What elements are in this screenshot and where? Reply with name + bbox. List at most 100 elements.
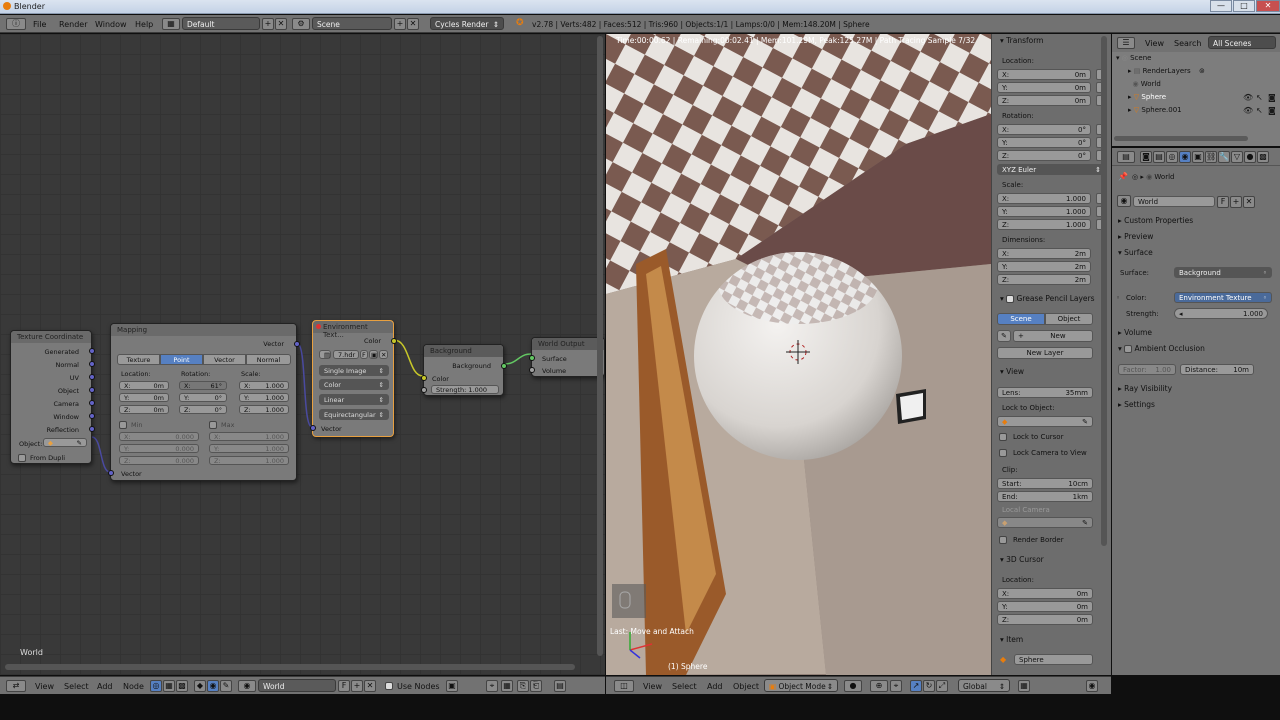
grease-pencil-header[interactable]: ▾ Grease Pencil Layers bbox=[1000, 294, 1095, 303]
gp-pencil-icon[interactable]: ✎ bbox=[997, 330, 1011, 342]
gp-new-layer-button[interactable]: New Layer bbox=[997, 347, 1093, 359]
world-browse-button[interactable]: ◉ bbox=[1117, 195, 1131, 207]
rot-z-field[interactable]: Z: 0° bbox=[997, 150, 1091, 161]
lens-field[interactable]: Lens: 35mm bbox=[997, 387, 1093, 398]
menu-object[interactable]: Object bbox=[733, 682, 759, 691]
menu-help[interactable]: Help bbox=[135, 20, 153, 29]
surface-shader-dropdown[interactable]: Background ◦ bbox=[1174, 267, 1272, 278]
clip-start-field[interactable]: Start: 10cm bbox=[997, 478, 1093, 489]
modifiers-tab-icon[interactable]: 🔧 bbox=[1218, 151, 1230, 163]
world-fake-user-button[interactable]: F bbox=[1217, 196, 1229, 208]
scene-icon[interactable]: ⚙ bbox=[292, 18, 310, 30]
item-panel-header[interactable]: ▾ Item bbox=[1000, 635, 1023, 644]
menu-view-3d[interactable]: View bbox=[643, 682, 662, 691]
shader-nodes-icon[interactable]: ◎ bbox=[150, 680, 162, 692]
tree-world[interactable]: ◉ World bbox=[1128, 80, 1160, 88]
world-output-node[interactable]: World Output Surface Volume bbox=[529, 337, 605, 377]
rotation-mode-dropdown[interactable]: XYZ Euler ⇕ bbox=[997, 164, 1106, 175]
image-unlink-icon[interactable]: ✕ bbox=[379, 350, 388, 359]
transform-panel-header[interactable]: ▾ Transform bbox=[1000, 36, 1043, 45]
projection-source-dropdown[interactable]: Single Image ⇕ bbox=[319, 365, 389, 376]
scale-x-field[interactable]: X: 1.000 bbox=[997, 193, 1091, 204]
orientation-dropdown[interactable]: Global ⇕ bbox=[958, 679, 1010, 692]
map-scale-y[interactable]: Y: 1.000 bbox=[239, 393, 289, 402]
socket-normal[interactable] bbox=[89, 361, 95, 367]
viewport-shading-icon[interactable]: ● bbox=[844, 680, 862, 692]
visibility-eye-icon[interactable]: 👁 bbox=[1243, 106, 1253, 115]
gp-object-tab[interactable]: Object bbox=[1045, 313, 1093, 325]
mapping-node[interactable]: Mapping Vector Texture Point Vector Norm… bbox=[108, 323, 300, 481]
mode-normal[interactable]: Normal bbox=[246, 354, 291, 365]
world-fake-user[interactable]: F bbox=[338, 680, 350, 692]
outliner-scrollbar[interactable] bbox=[1114, 136, 1248, 141]
dim-z-field[interactable]: Z: 2m bbox=[997, 274, 1091, 285]
translate-icon[interactable]: ↗ bbox=[910, 680, 922, 692]
tree-scene[interactable]: ▾ ◎ Scene bbox=[1116, 54, 1151, 62]
loc-x-field[interactable]: X: 0m bbox=[997, 69, 1091, 80]
world-new-button[interactable]: + bbox=[1230, 196, 1242, 208]
add-screen-button[interactable]: + bbox=[262, 18, 274, 30]
preview-panel[interactable]: ▸ Preview bbox=[1118, 232, 1153, 241]
color-space-dropdown[interactable]: Color ⇕ bbox=[319, 379, 389, 390]
loc-z-field[interactable]: Z: 0m bbox=[997, 95, 1091, 106]
paste-icon[interactable]: ⎗ bbox=[530, 680, 542, 692]
socket-mapping-in[interactable] bbox=[108, 470, 114, 476]
render-preview-icon[interactable]: ▤ bbox=[554, 680, 566, 692]
view-panel-header[interactable]: ▾ View bbox=[1000, 367, 1024, 376]
menu-render[interactable]: Render bbox=[59, 20, 87, 29]
dim-x-field[interactable]: X: 2m bbox=[997, 248, 1091, 259]
constraints-tab-icon[interactable]: ⛓ bbox=[1205, 151, 1217, 163]
menu-select-3d[interactable]: Select bbox=[672, 682, 697, 691]
linestyle-icon[interactable]: ✎ bbox=[220, 680, 232, 692]
render-engine-dropdown[interactable]: Cycles Render ⇕ bbox=[430, 17, 504, 30]
node-editor[interactable]: Texture Coordinate Generated Normal UV O… bbox=[0, 34, 605, 675]
min-checkbox[interactable] bbox=[119, 421, 127, 429]
socket-envtex-color[interactable] bbox=[391, 338, 397, 344]
image-fake-user[interactable]: F bbox=[360, 350, 368, 359]
color-input-dropdown[interactable]: Environment Texture ◦ bbox=[1174, 292, 1272, 303]
menu-add-3d[interactable]: Add bbox=[707, 682, 723, 691]
layers-icon[interactable]: ▦ bbox=[1018, 680, 1030, 692]
rot-x-field[interactable]: X: 0° bbox=[997, 124, 1091, 135]
rotate-icon[interactable]: ↻ bbox=[923, 680, 935, 692]
render-viewport-icon[interactable]: ◉ bbox=[1086, 680, 1098, 692]
copy-icon[interactable]: ⎘ bbox=[517, 680, 529, 692]
texture-tab-icon[interactable]: ▩ bbox=[1257, 151, 1269, 163]
snap-node-icon[interactable]: ▦ bbox=[501, 680, 513, 692]
map-scale-x[interactable]: X: 1.000 bbox=[239, 381, 289, 390]
world-unlink-button[interactable]: ✕ bbox=[364, 680, 376, 692]
world-unlink-button[interactable]: ✕ bbox=[1243, 196, 1255, 208]
editor-type-menu[interactable]: ⓘ bbox=[6, 18, 26, 30]
rot-y-field[interactable]: Y: 0° bbox=[997, 137, 1091, 148]
sidebar-scrollbar[interactable] bbox=[1101, 36, 1107, 546]
scale-z-field[interactable]: Z: 1.000 bbox=[997, 219, 1091, 230]
outliner-menu-view[interactable]: View bbox=[1145, 39, 1164, 48]
render-tab-icon[interactable]: ◙ bbox=[1140, 151, 1152, 163]
outliner-menu-search[interactable]: Search bbox=[1174, 39, 1201, 48]
map-rot-x[interactable]: X: 61° bbox=[179, 381, 227, 390]
mode-point[interactable]: Point bbox=[160, 354, 203, 365]
cursor-x-field[interactable]: X: 0m bbox=[997, 588, 1093, 599]
scale-icon[interactable]: ⤢ bbox=[936, 680, 948, 692]
mode-dropdown[interactable]: ▣ Object Mode ⇕ bbox=[764, 679, 838, 692]
gp-scene-tab[interactable]: Scene bbox=[997, 313, 1045, 325]
socket-bg-out[interactable] bbox=[501, 363, 507, 369]
menu-select[interactable]: Select bbox=[64, 682, 89, 691]
render-layers-tab-icon[interactable]: ▤ bbox=[1153, 151, 1165, 163]
use-nodes-checkbox[interactable] bbox=[385, 682, 393, 690]
texture-nodes-icon[interactable]: ▩ bbox=[176, 680, 188, 692]
lock-object-field[interactable]: ◆ ✎ bbox=[997, 416, 1093, 427]
minimize-button[interactable]: — bbox=[1210, 0, 1232, 12]
image-browse-icon[interactable]: ▤ bbox=[319, 350, 331, 359]
ao-distance-field[interactable]: Distance: 10m bbox=[1180, 364, 1254, 375]
pin-icon[interactable]: 📌 bbox=[1118, 172, 1128, 181]
backdrop-icon[interactable]: ▣ bbox=[446, 680, 458, 692]
lock-camera-checkbox[interactable] bbox=[999, 449, 1007, 457]
visibility-eye-icon[interactable]: 👁 bbox=[1243, 93, 1253, 102]
scale-y-field[interactable]: Y: 1.000 bbox=[997, 206, 1091, 217]
menu-file[interactable]: File bbox=[33, 20, 46, 29]
strength-field[interactable]: 1.000 ◂ bbox=[1174, 308, 1268, 319]
texture-coordinate-node[interactable]: Texture Coordinate Generated Normal UV O… bbox=[10, 330, 95, 464]
select-arrow-icon[interactable]: ↖ bbox=[1256, 106, 1263, 115]
compositing-nodes-icon[interactable]: ▦ bbox=[163, 680, 175, 692]
